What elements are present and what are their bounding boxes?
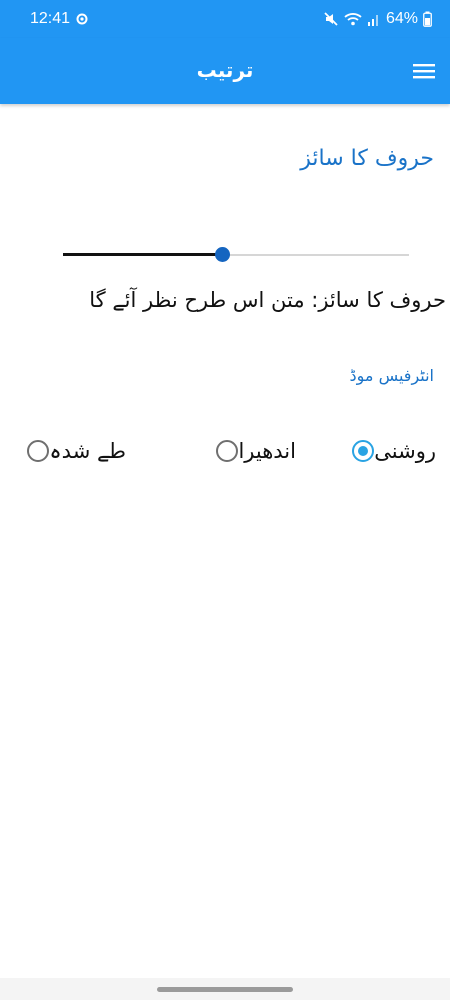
radio-button-light[interactable] (352, 440, 375, 462)
app-bar: ترتیب (0, 38, 450, 104)
status-icons: 64% (323, 10, 432, 28)
interface-mode-title: انٹرفیس موڈ (349, 366, 434, 385)
font-size-preview: حروف کا سائز: متن اس طرح نظر آئے گا (89, 288, 446, 312)
radio-button-dark[interactable] (216, 440, 239, 462)
interface-mode-radio-group: روشنی اندھیرا طے شدہ (27, 434, 446, 468)
hamburger-menu-icon[interactable] (410, 59, 438, 83)
settings-gear-icon (76, 13, 88, 25)
radio-option-system[interactable]: طے شدہ (27, 434, 136, 468)
radio-button-system[interactable] (27, 440, 50, 462)
radio-label-system: طے شدہ (49, 439, 126, 463)
font-size-slider[interactable] (63, 246, 409, 266)
radio-option-dark[interactable]: اندھیرا (216, 434, 306, 468)
battery-percent: 64% (385, 10, 418, 27)
signal-icon (367, 15, 378, 26)
status-time: 12:41 (30, 10, 71, 27)
radio-label-dark: اندھیرا (238, 439, 296, 463)
radio-option-light[interactable]: روشنی (352, 434, 446, 468)
page-title: ترتیب (196, 58, 254, 82)
radio-label-light: روشنی (374, 439, 436, 463)
battery-icon (423, 11, 432, 27)
home-gesture-handle[interactable] (157, 987, 293, 992)
wifi-icon (344, 13, 362, 26)
status-bar: 12:41 64% (0, 0, 450, 38)
mute-icon (324, 12, 338, 26)
slider-thumb[interactable] (215, 247, 231, 262)
font-size-title: حروف کا سائز (300, 146, 434, 171)
slider-fill (63, 253, 223, 256)
